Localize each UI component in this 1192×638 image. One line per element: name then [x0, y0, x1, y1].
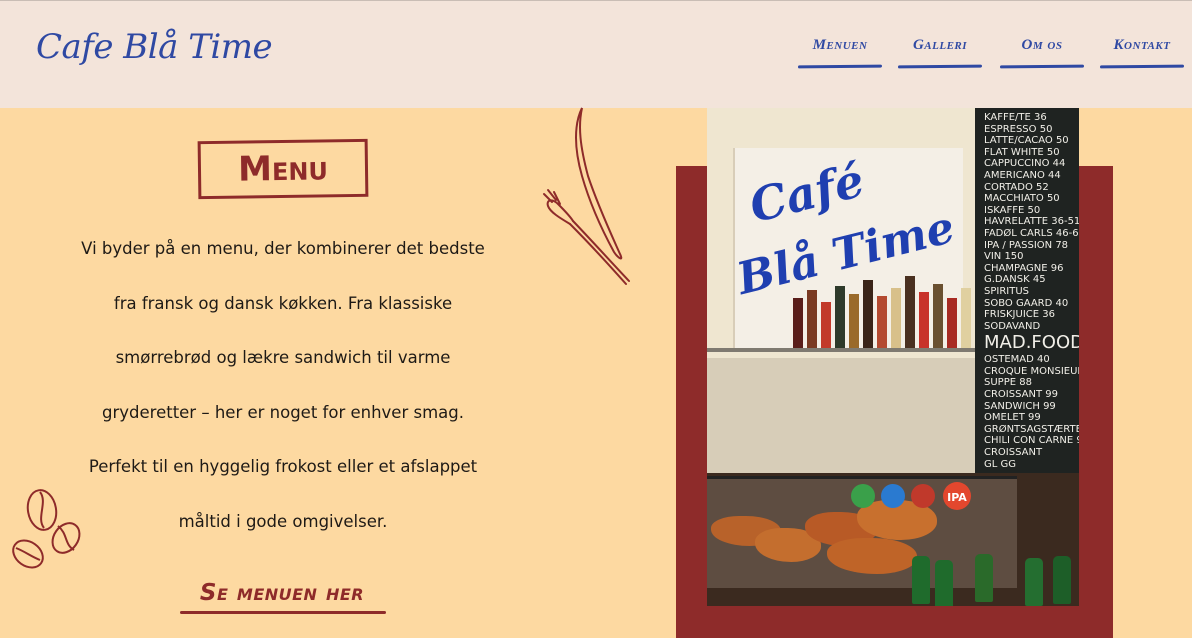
site-logo[interactable]: Cafe Blå Time	[36, 27, 273, 67]
board-line: SUPPE 88	[984, 377, 1032, 389]
board-line: SPIRITUS	[984, 285, 1029, 297]
bottle	[912, 556, 930, 604]
board-line: MACCHIATO 50	[984, 193, 1060, 205]
glass-shelves	[707, 358, 975, 478]
bottles-illustration-icon	[793, 276, 971, 348]
board-line: GL GG	[984, 458, 1016, 470]
board-line: KAFFE/TE 36	[984, 112, 1047, 123]
board-line: LATTE/CACAO 50	[984, 135, 1069, 147]
board-line: CROQUE MONSIEUR 88	[984, 365, 1079, 377]
chalkboard-menu: KAFFE/TE 36 ESPRESSO 50 LATTE/CACAO 50 F…	[975, 108, 1079, 528]
board-line: CORTADO 52	[984, 181, 1049, 193]
menu-description: Vi byder på en menu, der kombinerer det …	[40, 222, 526, 549]
bottle	[1025, 558, 1043, 606]
board-heading: MAD.FOOD	[984, 332, 1079, 354]
description-line: fra fransk og dansk køkken. Fra klassisk…	[113, 293, 453, 313]
site-header: Cafe Blå Time Menuen Galleri Om os Konta…	[0, 0, 1192, 108]
board-line: CHILI CON CARNE 99	[984, 435, 1079, 447]
board-line: FRISKJUICE 36	[984, 309, 1055, 321]
see-menu-link[interactable]: Se menuen her	[160, 580, 404, 614]
board-line: FADØL CARLS 46-60-80	[984, 227, 1079, 239]
nav-om-os-link[interactable]: Om os	[1000, 37, 1084, 62]
board-line: SOBO GAARD 40	[984, 297, 1069, 309]
board-line: FLAT WHITE 50	[984, 146, 1060, 158]
description-line: måltid i gode omgivelser.	[178, 511, 388, 531]
description-line: gryderetter – her er noget for enhver sm…	[102, 402, 464, 422]
board-line: CHAMPAGNE 96	[984, 262, 1064, 274]
board-line: IPA / PASSION 78	[984, 239, 1069, 251]
nav-kontakt-link[interactable]: Kontakt	[1100, 37, 1184, 62]
photo-shelf	[707, 348, 975, 352]
nav-galleri-link[interactable]: Galleri	[898, 37, 982, 62]
beer-taps-icon: IPA	[851, 482, 971, 510]
tap-label: IPA	[947, 491, 967, 504]
bottle	[1053, 556, 1071, 604]
description-line: Perfekt til en hyggelig frokost eller et…	[88, 457, 478, 476]
description-line: Vi byder på en menu, der kombinerer det …	[81, 239, 485, 258]
board-line: HAVRELATTE 36-51-70	[984, 216, 1079, 228]
board-line: OSTEMAD 40	[984, 354, 1050, 366]
board-line: CROISSANT 99	[984, 389, 1058, 401]
cutlery-illustration-icon	[543, 107, 630, 285]
coffee-beans-illustration-icon	[12, 489, 81, 569]
board-line: GRØNTSAGSTÆRTE 99	[984, 423, 1079, 435]
board-line: OMELET 99	[984, 412, 1041, 424]
board-line: SANDWICH 99	[984, 400, 1056, 412]
bottle	[975, 554, 993, 602]
board-line: SODAVAND	[984, 320, 1041, 332]
nav-menuen-link[interactable]: Menuen	[798, 37, 882, 62]
bottle	[935, 560, 953, 606]
board-line: CROISSANT	[984, 447, 1043, 459]
board-line: ESPRESSO 50	[984, 123, 1053, 135]
board-line: VIN 150	[984, 251, 1024, 263]
menu-heading: Menu	[197, 138, 369, 200]
board-line: AMERICANO 44	[984, 169, 1061, 181]
board-line: G.DANSK 45	[984, 274, 1046, 286]
board-line: CAPPUCCINO 44	[984, 158, 1066, 170]
board-line: ISKAFFE 50	[984, 204, 1041, 216]
description-line: smørrebrød og lækre sandwich til varme	[115, 348, 451, 367]
cafe-interior-photo: Café Blå Time KAFFE/TE 36 ESPRESSO 50 LA…	[707, 108, 1079, 606]
